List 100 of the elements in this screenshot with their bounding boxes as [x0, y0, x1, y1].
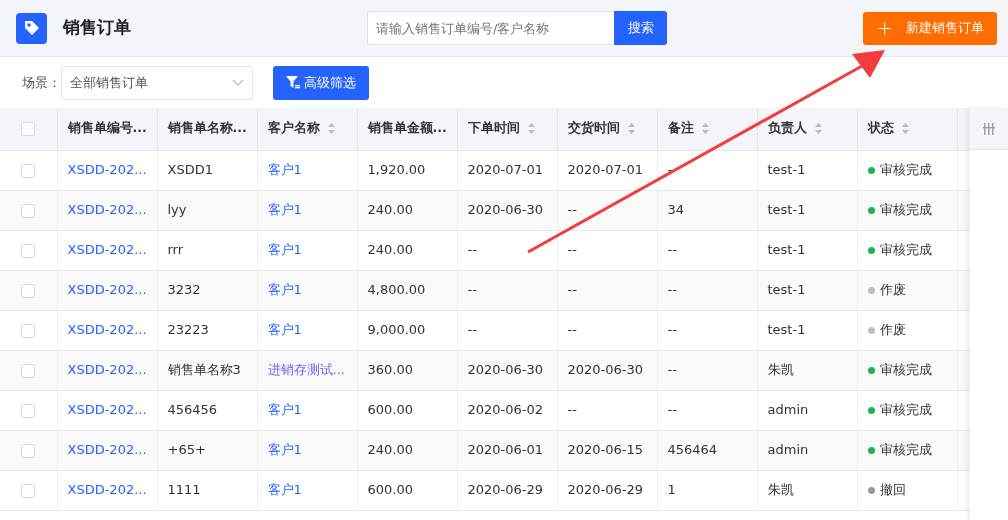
- status-text: 审核完成: [879, 202, 932, 218]
- status-text: 撤回: [879, 482, 906, 498]
- table-cell: 朱凯: [767, 362, 794, 378]
- checkbox[interactable]: [21, 121, 36, 136]
- table-cell: test-1: [767, 322, 806, 338]
- customer-link[interactable]: 客户1: [267, 202, 302, 218]
- table-cell: 2020-06-29: [567, 482, 644, 498]
- table-cell: XSDD1: [167, 162, 213, 178]
- sort-icon[interactable]: [527, 123, 535, 135]
- status-text: 审核完成: [879, 442, 932, 458]
- column-header: 销售单名称...: [167, 119, 247, 138]
- table-cell: 34: [667, 202, 685, 218]
- customer-link[interactable]: 客户1: [267, 322, 302, 338]
- checkbox[interactable]: [21, 203, 36, 218]
- sort-icon[interactable]: [701, 123, 709, 135]
- advanced-filter-button[interactable]: 高级筛选: [273, 65, 369, 100]
- order-link[interactable]: XSDD-202...: [67, 242, 147, 258]
- filter-icon: [286, 76, 300, 89]
- customer-link[interactable]: 客户1: [267, 162, 302, 178]
- table-cell: --: [667, 362, 677, 378]
- table-cell: 1,920.00: [367, 162, 426, 178]
- table-cell: rrr: [167, 242, 184, 258]
- table-cell: 240.00: [367, 442, 413, 458]
- table-cell: 360.00: [367, 362, 413, 378]
- column-settings-icon[interactable]: [983, 122, 995, 135]
- status-text: 审核完成: [879, 402, 932, 418]
- order-link[interactable]: XSDD-202...: [67, 402, 147, 418]
- table-cell: 2020-06-01: [467, 442, 544, 458]
- table-cell: +65+: [167, 442, 206, 458]
- table-cell: --: [567, 402, 577, 418]
- checkbox[interactable]: [21, 163, 36, 178]
- table-cell: --: [567, 282, 577, 298]
- table-cell: 2020-06-30: [467, 202, 544, 218]
- column-header: 销售单编号...: [67, 119, 147, 138]
- column-header[interactable]: 备注: [667, 119, 709, 139]
- sort-icon[interactable]: [627, 123, 635, 135]
- checkbox[interactable]: [21, 323, 36, 338]
- checkbox[interactable]: [21, 283, 36, 298]
- table-cell: 456464: [667, 442, 718, 458]
- order-link[interactable]: XSDD-202...: [67, 482, 147, 498]
- status-text: 审核完成: [879, 242, 932, 258]
- sort-icon[interactable]: [814, 123, 822, 135]
- customer-link[interactable]: 客户1: [267, 402, 302, 418]
- status-text: 作废: [879, 282, 906, 298]
- table-cell: 600.00: [367, 482, 413, 498]
- table-cell: --: [567, 322, 577, 338]
- table-cell: 2020-06-30: [467, 362, 544, 378]
- table-cell: --: [567, 202, 577, 218]
- tag-icon: [16, 12, 47, 44]
- table-cell: --: [467, 282, 477, 298]
- table-cell: test-1: [767, 282, 806, 298]
- table-cell: 9,000.00: [367, 322, 426, 338]
- page-title: 销售订单: [63, 16, 131, 40]
- new-order-button[interactable]: + 新建销售订单: [863, 11, 997, 45]
- search-field[interactable]: 请输入销售订单编号/客户名称: [367, 11, 614, 45]
- table-cell: --: [667, 282, 677, 298]
- checkbox[interactable]: [21, 363, 36, 378]
- status-text: 作废: [879, 322, 906, 338]
- order-link[interactable]: XSDD-202...: [67, 322, 147, 338]
- table-cell: lyy: [167, 202, 187, 218]
- customer-link[interactable]: 客户1: [267, 242, 302, 258]
- table-cell: admin: [767, 402, 809, 418]
- table-cell: 2020-06-29: [467, 482, 544, 498]
- table-cell: --: [467, 242, 477, 258]
- table-cell: 3232: [167, 282, 201, 298]
- table-cell: 23223: [167, 322, 209, 338]
- table-cell: --: [667, 242, 677, 258]
- order-link[interactable]: XSDD-202...: [67, 162, 147, 178]
- table-cell: 2020-06-30: [567, 362, 644, 378]
- sort-icon[interactable]: [327, 123, 335, 135]
- column-header: 销售单金额...: [367, 119, 447, 138]
- table-cell: 600.00: [367, 402, 413, 418]
- scene-label: 场景：: [22, 73, 61, 92]
- table-cell: admin: [767, 442, 809, 458]
- status-text: 审核完成: [879, 162, 932, 178]
- customer-link[interactable]: 客户1: [267, 482, 302, 498]
- table-cell: test-1: [767, 202, 806, 218]
- table-cell: --: [467, 322, 477, 338]
- customer-link[interactable]: 客户1: [267, 282, 302, 298]
- checkbox[interactable]: [21, 243, 36, 258]
- table-cell: --: [567, 242, 577, 258]
- table-cell: 240.00: [367, 202, 413, 218]
- status-text: 审核完成: [879, 362, 932, 378]
- checkbox[interactable]: [21, 443, 36, 458]
- table-cell: 2020-06-15: [567, 442, 644, 458]
- checkbox[interactable]: [21, 403, 36, 418]
- table-cell: 2020-06-02: [467, 402, 544, 418]
- table-cell: --: [667, 402, 677, 418]
- table-cell: 1: [667, 482, 676, 498]
- table-cell: 4,800.00: [367, 282, 426, 298]
- customer-link[interactable]: 客户1: [267, 442, 302, 458]
- scene-dropdown[interactable]: 全部销售订单: [61, 65, 253, 100]
- table-cell: 456456: [167, 402, 218, 418]
- search-button[interactable]: 搜索: [614, 11, 667, 45]
- table-cell: 2020-07-01: [467, 162, 544, 178]
- checkbox[interactable]: [21, 483, 36, 498]
- sort-icon[interactable]: [901, 123, 909, 135]
- table-cell: test-1: [767, 162, 806, 178]
- column-header[interactable]: 状态: [867, 119, 909, 139]
- table-cell: 1111: [167, 482, 201, 498]
